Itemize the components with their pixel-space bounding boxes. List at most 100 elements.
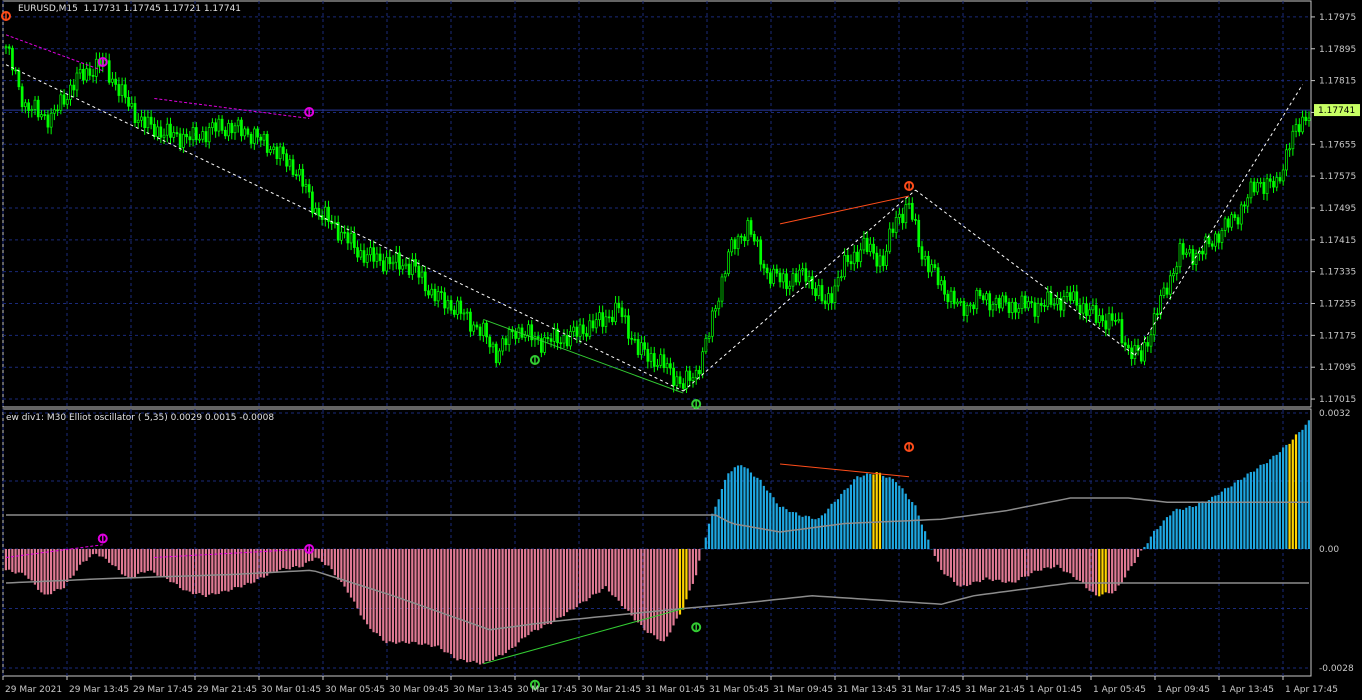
candle-body [743,236,746,242]
histogram-bar [930,548,933,550]
candle-body [1094,305,1098,323]
histogram-bar [507,549,511,650]
candle-body [836,277,840,287]
histogram-bar [1220,491,1223,549]
histogram-bar [137,549,140,574]
histogram-bar [711,513,714,549]
candle-body [681,383,685,389]
indicator-title: ew div1: M30 Elliot oscillator ( 5,35) 0… [6,413,275,423]
candle-body [720,276,724,302]
histogram-bar [669,549,672,633]
candle-body [594,319,598,329]
candle-body [820,285,824,302]
histogram-bar [701,548,704,550]
histogram-bar [146,549,149,571]
histogram-bar [282,549,285,568]
histogram-bar [353,549,356,602]
histogram-bar [156,549,159,576]
histogram-bar [1091,549,1094,592]
histogram-bar [746,468,749,549]
histogram-bar [672,549,675,626]
candle-body [317,208,321,216]
candle-body [459,300,463,314]
symbol-label: EURUSD,M15 [18,4,78,14]
candle-body [962,301,966,316]
histogram-bar [66,549,69,583]
candle-body [153,123,156,137]
osc-tick-label: 0.00 [1319,545,1339,555]
candle-body [1143,342,1146,362]
oscillator-histogram [4,420,1310,665]
histogram-bar [382,549,385,641]
histogram-bar [527,549,530,636]
histogram-bar [1285,444,1288,549]
candle-body [1033,302,1037,317]
candle-body [614,302,617,323]
histogram-bar [646,549,649,633]
candle-body [656,364,659,367]
histogram-bar [1059,549,1062,568]
candle-body [652,353,656,367]
histogram-bar [1265,463,1269,549]
histogram-bar [91,549,95,555]
histogram-bar [569,549,572,610]
candle-body [730,239,734,253]
candle-body [736,235,740,250]
candle-body [156,126,159,137]
candle-body [7,46,11,49]
histogram-bar [1207,500,1211,549]
histogram-bar [1304,424,1307,549]
candle-body [1001,295,1004,309]
histogram-bar [237,549,240,588]
candle-body [1291,130,1295,150]
candle-body [1085,303,1088,316]
histogram-bar [1088,549,1091,591]
candle-body [733,239,737,250]
candle-body [572,326,575,332]
histogram-bar [885,477,888,549]
candle-body [1101,315,1104,322]
candle-body [62,94,66,105]
histogram-bar [1140,549,1143,551]
histogram-bar [1291,439,1294,549]
candle-body [30,109,34,111]
histogram-bar [359,549,362,616]
candle-body [1110,313,1114,321]
candle-body [1139,350,1143,362]
candle-body [249,133,253,144]
candle-body [1281,169,1285,182]
candle-body [46,114,50,128]
histogram-bar [417,549,420,645]
candle-body [278,146,282,159]
candle-body [362,250,366,263]
histogram-bar [562,549,565,617]
histogram-bar [536,549,540,631]
histogram-bar [62,549,66,589]
histogram-bar [69,549,72,579]
candle-body [240,119,243,137]
histogram-bar [714,506,717,549]
candle-body [727,251,730,275]
histogram-bar [869,474,872,549]
histogram-bar [691,549,694,584]
histogram-bar [943,549,946,575]
histogram-bar [1182,509,1185,549]
candle-body [1265,178,1269,194]
histogram-bar [865,473,869,549]
candle-body [888,228,892,252]
price-tick-label: 1.17575 [1319,172,1356,182]
candle-body [414,259,417,267]
time-tick-label: 30 Mar 09:45 [389,685,449,695]
candle-body [791,273,795,287]
candle-body [27,102,30,111]
candle-body [178,133,182,148]
histogram-bar [1143,546,1146,549]
candle-body [1304,116,1308,121]
histogram-bar [1120,549,1123,583]
candle-body [833,285,837,304]
candle-body [236,119,240,127]
candle-body [1252,181,1256,193]
time-tick-label: 29 Mar 17:45 [133,685,193,695]
candle-body [939,280,943,286]
candle-body [469,311,472,332]
